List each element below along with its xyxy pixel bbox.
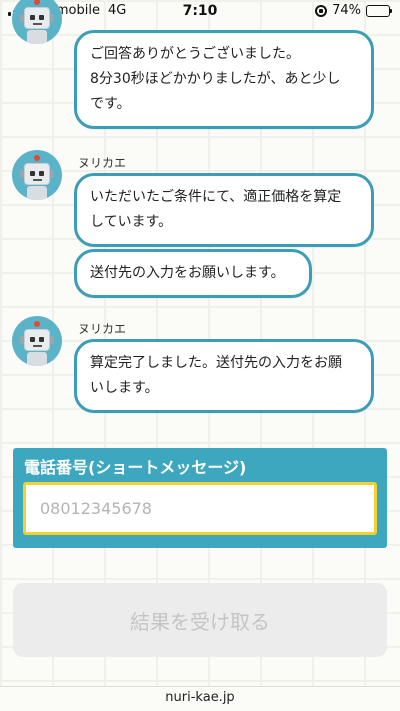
- phone-form-panel: 電話番号(ショートメッセージ): [13, 448, 387, 548]
- phone-input[interactable]: [23, 482, 377, 535]
- chat-bubble: 算定完了しました。送付先の入力をお願 いします。: [74, 339, 374, 413]
- bubble-line: 8分30秒ほどかかりましたが、あと少し: [90, 71, 341, 87]
- orientation-lock-icon: [315, 4, 328, 17]
- url-bar: nuri-kae.jp: [0, 686, 400, 711]
- battery-percent: 74%: [332, 3, 361, 18]
- robot-avatar-icon: [12, 150, 62, 200]
- bubble-line: ご回答ありがとうございました。: [90, 46, 300, 62]
- sender-name: ヌリカエ: [78, 156, 127, 170]
- bubble-line: 送付先の入力をお願いします。: [90, 265, 285, 281]
- robot-avatar-icon: [12, 316, 62, 366]
- bubble-line: しています。: [90, 214, 173, 230]
- phone-label: 電話番号(ショートメッセージ): [24, 458, 247, 477]
- sender-name: ヌリカエ: [78, 322, 127, 336]
- bubble-line: です。: [90, 96, 131, 112]
- bubble-line: 算定完了しました。送付先の入力をお願: [90, 355, 342, 371]
- chat-bubble: 送付先の入力をお願いします。: [74, 249, 312, 298]
- chat-bubble: いただいたご条件にて、適正価格を算定 しています。: [74, 173, 374, 247]
- battery-icon: [366, 4, 392, 17]
- status-right: 74%: [315, 3, 392, 18]
- chat-bubble: ご回答ありがとうございました。 8分30秒ほどかかりましたが、あと少し です。: [74, 30, 374, 129]
- receive-results-button[interactable]: 結果を受け取る: [13, 583, 387, 657]
- bubble-line: いただいたご条件にて、適正価格を算定: [90, 189, 342, 205]
- robot-avatar-icon: [12, 0, 62, 44]
- bubble-line: いします。: [90, 380, 159, 396]
- site-domain: nuri-kae.jp: [165, 690, 235, 705]
